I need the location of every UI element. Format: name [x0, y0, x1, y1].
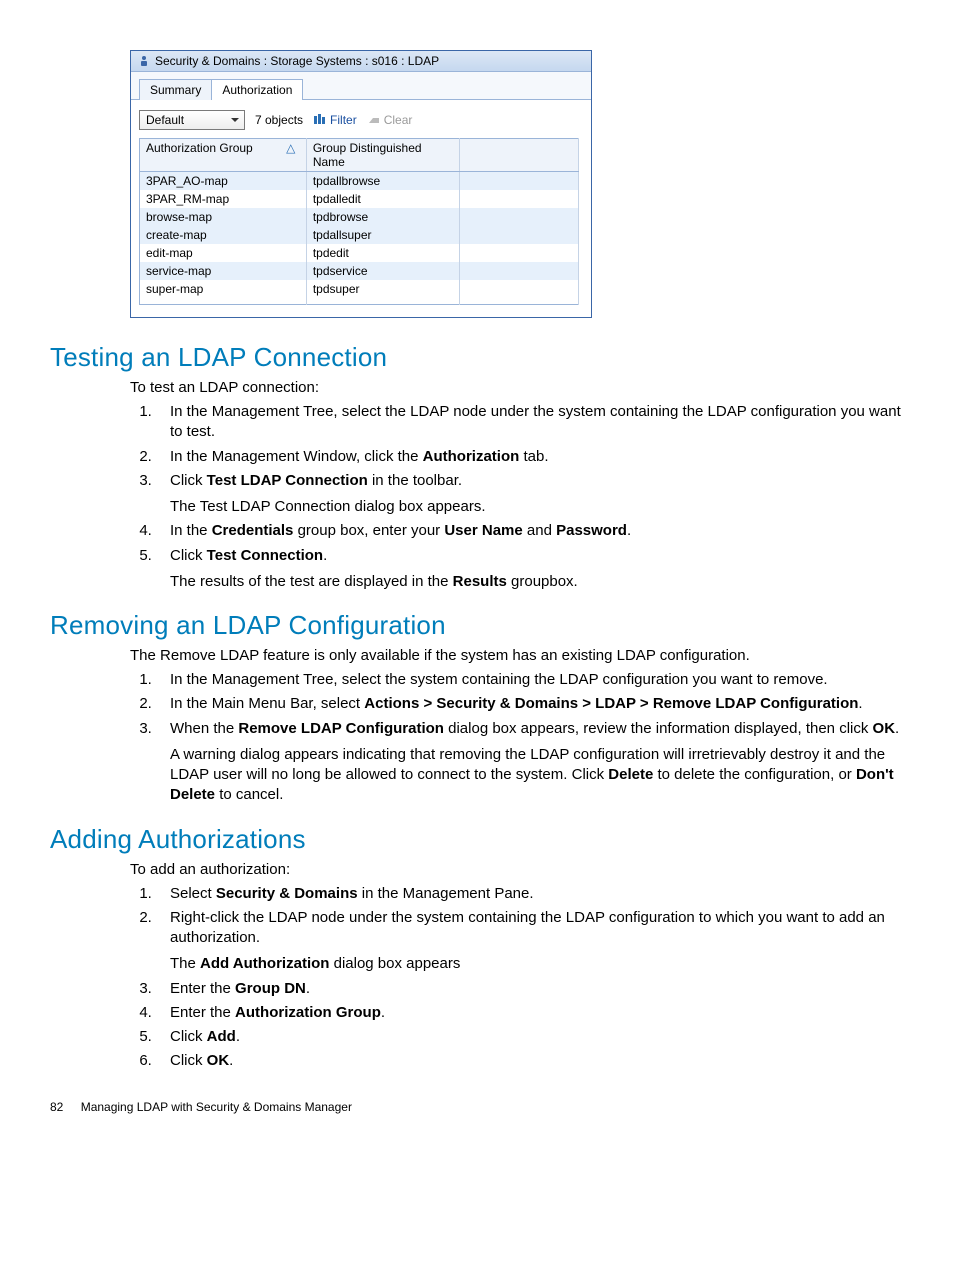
- step: Right-click the LDAP node under the syst…: [156, 908, 904, 975]
- table-row[interactable]: 3PAR_AO-maptpdallbrowse: [140, 172, 579, 191]
- app-icon: [137, 54, 151, 68]
- clear-link: Clear: [367, 113, 413, 127]
- window-titlebar: Security & Domains : Storage Systems : s…: [131, 51, 591, 72]
- chapter-title: Managing LDAP with Security & Domains Ma…: [81, 1100, 352, 1114]
- step: Click Add.: [156, 1027, 904, 1047]
- step: In the Management Window, click the Auth…: [156, 447, 904, 467]
- tab-strip: Summary Authorization: [131, 72, 591, 99]
- window-title: Security & Domains : Storage Systems : s…: [155, 54, 439, 68]
- step: In the Management Tree, select the LDAP …: [156, 402, 904, 443]
- heading-adding: Adding Authorizations: [50, 824, 904, 855]
- intro-text: The Remove LDAP feature is only availabl…: [130, 647, 904, 664]
- step: Enter the Group DN.: [156, 979, 904, 999]
- page-footer: 82 Managing LDAP with Security & Domains…: [50, 1080, 904, 1114]
- step: In the Main Menu Bar, select Actions > S…: [156, 694, 904, 714]
- table-row[interactable]: edit-maptpdedit: [140, 244, 579, 262]
- step: In the Management Tree, select the syste…: [156, 670, 904, 690]
- step: In the Credentials group box, enter your…: [156, 521, 904, 541]
- authorization-table: Authorization Group △ Group Distinguishe…: [139, 138, 579, 305]
- steps-list: In the Management Tree, select the LDAP …: [130, 402, 904, 592]
- table-row[interactable]: super-maptpdsuper: [140, 280, 579, 305]
- tab-summary[interactable]: Summary: [139, 79, 212, 100]
- toolbar: Default 7 objects Filter Clear: [139, 106, 583, 138]
- tab-authorization[interactable]: Authorization: [211, 79, 303, 100]
- table-row[interactable]: 3PAR_RM-maptpdalledit: [140, 190, 579, 208]
- page-number: 82: [50, 1100, 63, 1114]
- ldap-dialog-screenshot: Security & Domains : Storage Systems : s…: [130, 50, 904, 318]
- step: Click Test LDAP Connection in the toolba…: [156, 471, 904, 518]
- step: Select Security & Domains in the Managem…: [156, 884, 904, 904]
- filter-link[interactable]: Filter: [313, 113, 357, 127]
- col-spacer: [460, 139, 579, 172]
- intro-text: To add an authorization:: [130, 861, 904, 878]
- heading-removing: Removing an LDAP Configuration: [50, 610, 904, 641]
- dialog-window: Security & Domains : Storage Systems : s…: [130, 50, 592, 318]
- steps-list: Select Security & Domains in the Managem…: [130, 884, 904, 1072]
- step: Click OK.: [156, 1051, 904, 1071]
- table-row[interactable]: browse-maptpdbrowse: [140, 208, 579, 226]
- clear-icon: [367, 115, 381, 125]
- view-combo[interactable]: Default: [139, 110, 245, 130]
- step: Enter the Authorization Group.: [156, 1003, 904, 1023]
- intro-text: To test an LDAP connection:: [130, 379, 904, 396]
- filter-icon: [313, 114, 327, 126]
- objects-count: 7 objects: [255, 113, 303, 127]
- step: When the Remove LDAP Configuration dialo…: [156, 719, 904, 806]
- sort-asc-icon: △: [286, 141, 295, 155]
- col-auth-group[interactable]: Authorization Group △: [140, 139, 307, 172]
- table-row[interactable]: create-maptpdallsuper: [140, 226, 579, 244]
- col-group-dn[interactable]: Group Distinguished Name: [306, 139, 460, 172]
- heading-testing: Testing an LDAP Connection: [50, 342, 904, 373]
- step: Click Test Connection. The results of th…: [156, 546, 904, 593]
- table-row[interactable]: service-maptpdservice: [140, 262, 579, 280]
- steps-list: In the Management Tree, select the syste…: [130, 670, 904, 806]
